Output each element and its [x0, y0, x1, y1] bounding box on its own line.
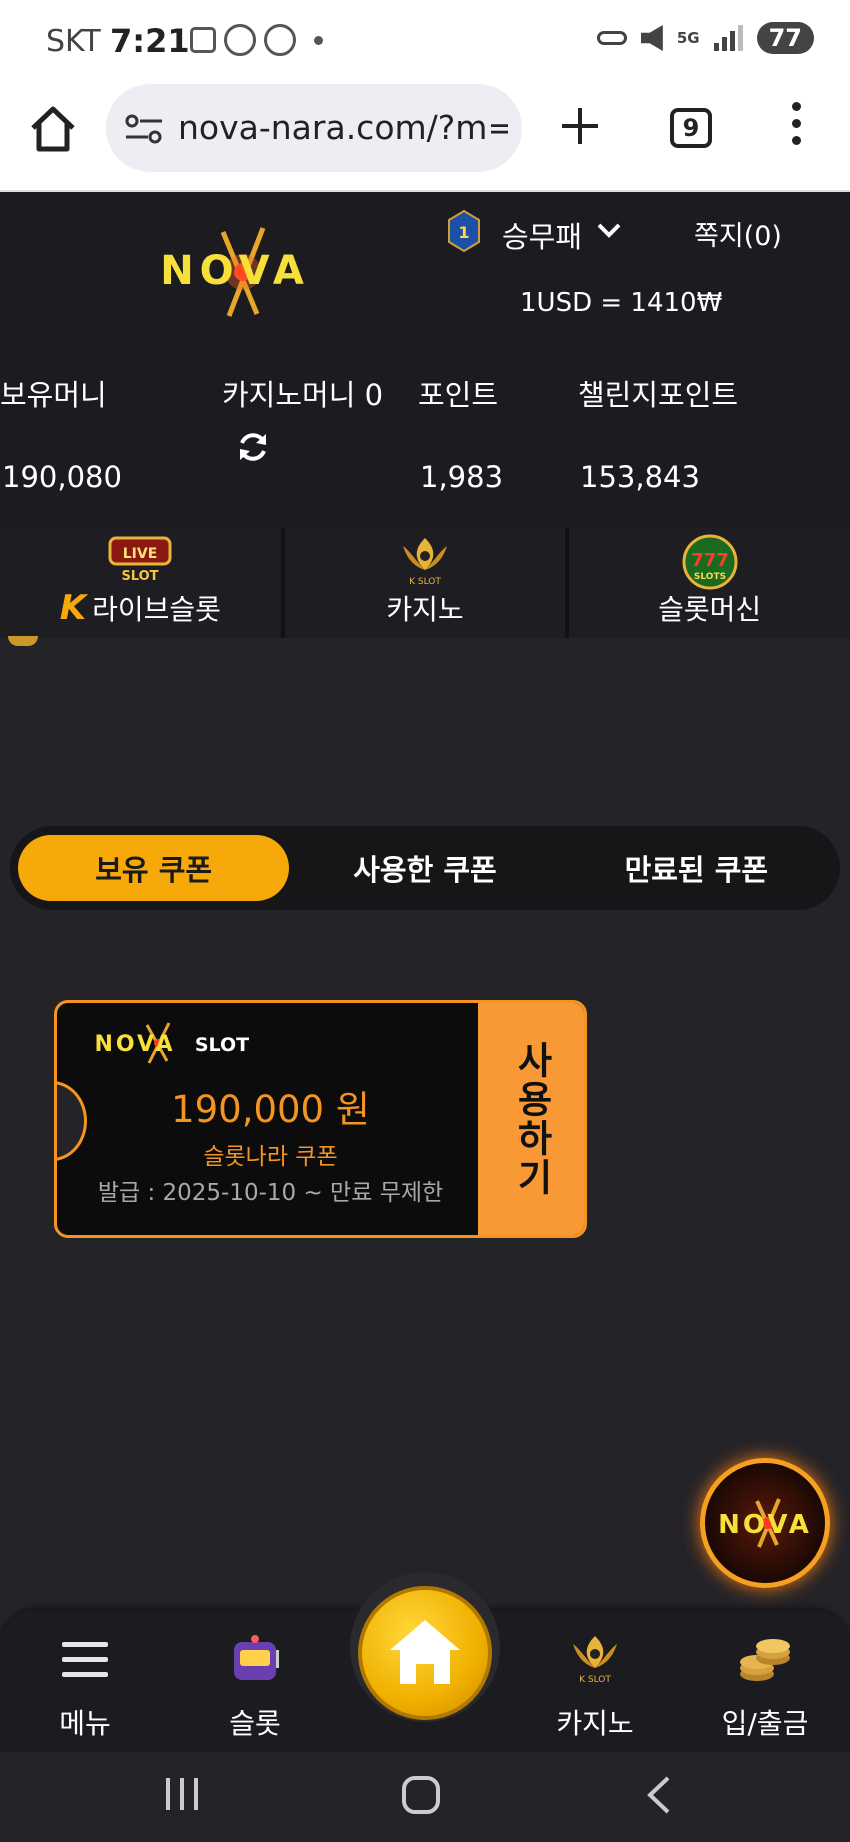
- category-slot-machine[interactable]: 777 SLOTS 슬롯머신: [569, 528, 850, 638]
- notification-icons: [190, 24, 323, 56]
- k-brand-icon: K: [59, 588, 87, 628]
- svg-text:NOVA: NOVA: [94, 1032, 175, 1057]
- category-live-slot[interactable]: LIVE SLOT K 라이브슬롯: [0, 528, 285, 638]
- carrier-label: SKT: [46, 24, 101, 59]
- home-button[interactable]: [358, 1586, 492, 1720]
- recent-apps-icon[interactable]: [160, 1774, 204, 1814]
- coins-icon: [740, 1639, 790, 1681]
- live-slot-icon: LIVE SLOT: [108, 536, 172, 584]
- points-value: 1,983: [420, 460, 504, 494]
- slot-machine-777-icon: 777 SLOTS: [682, 534, 738, 590]
- balance-value: 190,080: [2, 460, 122, 494]
- vpn-key-icon: [596, 31, 627, 45]
- app-notification-icon: [264, 24, 296, 56]
- username-dropdown[interactable]: 승무패: [502, 214, 582, 256]
- use-coupon-button[interactable]: 사용하기: [478, 1003, 584, 1235]
- address-bar[interactable]: nova-nara.com/?m=: [106, 84, 522, 172]
- url-text: nova-nara.com/?m=: [178, 108, 508, 147]
- screenshot-icon: [190, 27, 216, 53]
- category-label: 라이브슬롯: [92, 593, 221, 626]
- nav-menu-label: 메뉴: [59, 1707, 111, 1740]
- mute-icon: [640, 25, 663, 51]
- nova-logo-icon: NOVA: [718, 1498, 812, 1548]
- browser-toolbar: nova-nara.com/?m= 9: [0, 80, 850, 192]
- svg-text:SLOT: SLOT: [122, 569, 159, 584]
- svg-text:LIVE: LIVE: [123, 546, 158, 562]
- more-notifications-icon: [314, 36, 323, 45]
- svg-text:K SLOT: K SLOT: [409, 577, 441, 587]
- category-label: 카지노: [386, 593, 464, 626]
- coupon-amount: 190,000 원: [171, 1088, 370, 1131]
- balance-label: 보유머니: [0, 378, 107, 412]
- challenge-points-value: 153,843: [580, 460, 700, 494]
- hamburger-menu-icon: [62, 1642, 108, 1677]
- back-icon[interactable]: [644, 1774, 674, 1816]
- casino-icon: K SLOT: [403, 538, 447, 587]
- chevron-down-icon[interactable]: [596, 220, 622, 240]
- casino-money-label: 카지노머니 0: [222, 378, 384, 412]
- svg-text:SLOTS: SLOTS: [694, 572, 726, 582]
- level-badge-icon: 1: [448, 210, 480, 252]
- network-type-icon: 5G: [676, 29, 700, 47]
- tab-used-coupons[interactable]: 사용한 쿠폰: [289, 835, 560, 901]
- casino-icon: K SLOT: [573, 1636, 617, 1685]
- new-tab-icon[interactable]: [560, 106, 600, 146]
- nav-slot[interactable]: 슬롯: [180, 1624, 330, 1744]
- nav-deposit-label: 입/출금: [721, 1707, 809, 1740]
- system-navigation-bar: [0, 1752, 850, 1842]
- nav-deposit-withdraw[interactable]: 입/출금: [690, 1624, 840, 1744]
- svg-text:777: 777: [691, 550, 729, 571]
- coupon-tabs: 보유 쿠폰 사용한 쿠폰 만료된 쿠폰: [10, 826, 840, 910]
- level-number: 1: [458, 223, 469, 242]
- exchange-rate: 1USD = 1410₩: [520, 288, 723, 318]
- status-bar: SKT 7:21 5G 77: [0, 0, 850, 80]
- category-nav: LIVE SLOT K 라이브슬롯 K SLOT 카지노 777 SLOTS 슬…: [0, 528, 850, 638]
- category-casino[interactable]: K SLOT 카지노: [284, 528, 570, 638]
- challenge-points-label: 챌린지포인트: [578, 378, 739, 412]
- clock: 7:21: [110, 22, 190, 60]
- refresh-icon[interactable]: [236, 430, 270, 464]
- use-coupon-label: 사용하기: [510, 1041, 553, 1197]
- nova-logo[interactable]: NOVA: [145, 222, 325, 322]
- svg-text:K SLOT: K SLOT: [579, 1675, 611, 1685]
- svg-text:NOVA: NOVA: [718, 1510, 812, 1540]
- category-label: 슬롯머신: [658, 593, 762, 626]
- app-notification-icon: [224, 24, 256, 56]
- system-home-icon[interactable]: [400, 1774, 442, 1816]
- coupon-issued-date: 발급 : 2025-10-10 ~ 만료 무제한: [97, 1180, 444, 1206]
- nav-casino-label: 카지노: [556, 1707, 634, 1740]
- nav-menu[interactable]: 메뉴: [10, 1624, 160, 1744]
- tab-owned-coupons[interactable]: 보유 쿠폰: [18, 835, 290, 901]
- tab-expired-coupons[interactable]: 만료된 쿠폰: [561, 835, 832, 901]
- coin-decoration: [8, 636, 38, 646]
- messages-link[interactable]: 쪽지(0): [694, 214, 782, 253]
- house-icon: [390, 1620, 460, 1684]
- signal-icon: [713, 25, 743, 51]
- floating-nova-button[interactable]: NOVA: [700, 1458, 830, 1588]
- home-icon[interactable]: [28, 104, 78, 154]
- coupon-brand-logo: NOVA SLOT: [94, 1022, 249, 1064]
- site-header: NOVA 1 승무패 쪽지(0) 1USD = 1410₩ 보유머니 190,0…: [0, 192, 850, 528]
- coupon-card: NOVA SLOT 190,000 원 슬롯나라 쿠폰 발급 : 2025-10…: [54, 1000, 587, 1238]
- coupon-name: 슬롯나라 쿠폰: [203, 1144, 338, 1170]
- nav-casino[interactable]: K SLOT 카지노: [520, 1624, 670, 1744]
- site-settings-icon[interactable]: [124, 114, 164, 144]
- slot-machine-icon: [234, 1635, 279, 1680]
- svg-text:SLOT: SLOT: [195, 1034, 249, 1056]
- system-icons: 5G 77: [596, 22, 814, 54]
- logo-text: NOVA: [160, 248, 310, 294]
- nav-slot-label: 슬롯: [229, 1707, 281, 1740]
- points-label: 포인트: [418, 378, 499, 412]
- more-options-icon[interactable]: [788, 102, 804, 152]
- battery-indicator: 77: [756, 22, 814, 54]
- tab-switcher-button[interactable]: 9: [670, 108, 712, 148]
